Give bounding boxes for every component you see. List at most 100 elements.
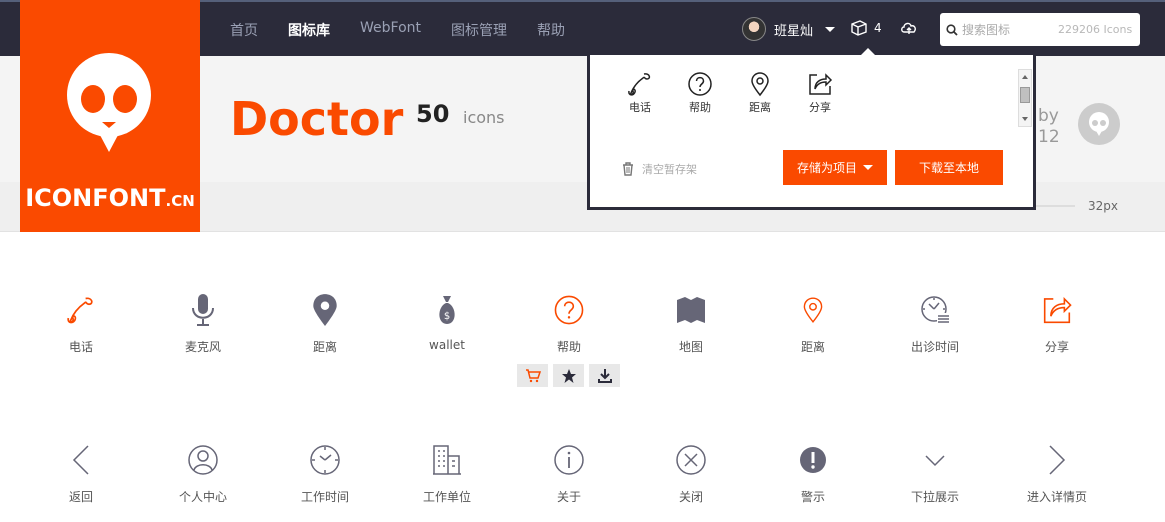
user-name: 班星灿	[774, 23, 814, 39]
cart-item-label: 分享	[809, 101, 831, 114]
icon-card[interactable]: 进入详情页	[996, 440, 1118, 505]
cart-box-icon	[851, 20, 867, 36]
chevron-down-icon	[925, 455, 945, 467]
star-icon	[561, 368, 576, 383]
icon-card[interactable]: 电话	[20, 290, 142, 355]
cart-item[interactable]: 电话	[610, 71, 670, 115]
cart-item-label: 距离	[749, 101, 771, 114]
scroll-up-arrow-icon[interactable]	[1022, 75, 1028, 79]
clear-cart-button[interactable]: 清空暂存架	[622, 161, 697, 177]
icon-total-count: 229206 Icons	[1058, 23, 1133, 36]
collection-title: Doctor	[230, 92, 404, 146]
scroll-down-arrow-icon[interactable]	[1022, 117, 1028, 121]
upload-button[interactable]	[900, 20, 918, 40]
icon-label: 关闭	[678, 490, 703, 504]
cart-scrollbar[interactable]	[1018, 69, 1032, 127]
author-byline: by 12	[1038, 106, 1060, 147]
main-nav: 首页 图标库 WebFont 图标管理 帮助	[230, 20, 565, 40]
nav-icon-management[interactable]: 图标管理	[451, 20, 507, 40]
cart-item-label: 电话	[629, 101, 651, 114]
scroll-thumb[interactable]	[1020, 87, 1030, 103]
icon-card[interactable]: 工作单位	[386, 440, 508, 505]
location-icon	[803, 297, 823, 323]
trash-icon	[623, 162, 633, 176]
author-avatar[interactable]	[1078, 103, 1120, 145]
icon-card[interactable]: 个人中心	[142, 440, 264, 505]
chevron-down-icon	[825, 26, 836, 32]
icon-card[interactable]: 距离	[264, 290, 386, 355]
icon-card[interactable]: 返回	[20, 440, 142, 505]
icon-label: 进入详情页	[1026, 490, 1087, 504]
icon-card[interactable]: $ wallet	[386, 290, 508, 355]
location-icon	[751, 72, 769, 97]
icon-card[interactable]: 分享	[996, 290, 1118, 355]
cart-item[interactable]: 距离	[730, 71, 790, 115]
download-local-label: 下载至本地	[918, 161, 979, 175]
save-as-project-button[interactable]: 存储为项目	[783, 150, 887, 185]
user-icon	[188, 445, 218, 475]
share-icon	[1043, 296, 1072, 324]
icon-label: 分享	[1044, 340, 1069, 354]
download-button[interactable]	[589, 364, 620, 387]
icon-label: 麦克风	[184, 340, 221, 354]
icon-card[interactable]: 帮助	[508, 290, 630, 355]
user-avatar	[742, 17, 766, 41]
search-input[interactable]	[962, 22, 1054, 37]
nav-webfont[interactable]: WebFont	[360, 20, 421, 40]
nav-home[interactable]: 首页	[230, 20, 258, 40]
wallet-icon: $	[439, 296, 455, 324]
cart-button[interactable]: 4	[850, 20, 882, 36]
nav-icon-library[interactable]: 图标库	[288, 20, 330, 40]
icon-grid-row: 电话 麦克风 距离 $ wallet 帮助 地图 距离 出诊时间 分享	[20, 290, 1142, 355]
icon-label: 警示	[800, 490, 825, 504]
clock-icon	[310, 445, 340, 475]
download-icon	[597, 368, 612, 383]
chevron-right-icon	[1049, 445, 1066, 475]
collection-icon-count: 50	[416, 100, 450, 128]
cart-item[interactable]: 帮助	[670, 71, 730, 115]
nav-help[interactable]: 帮助	[537, 20, 565, 40]
icon-label: 工作单位	[422, 490, 471, 504]
icon-label: wallet	[429, 338, 465, 352]
help-icon	[688, 72, 712, 96]
icon-card[interactable]: 地图	[630, 290, 752, 355]
phone-icon	[628, 73, 651, 96]
icon-card[interactable]: 警示	[752, 440, 874, 505]
add-to-cart-button[interactable]	[517, 364, 548, 387]
icon-label: 下拉展示	[910, 490, 959, 504]
info-icon	[554, 445, 584, 475]
icon-card[interactable]: 距离	[752, 290, 874, 355]
user-menu[interactable]: 班星灿	[742, 17, 836, 41]
cart-items: 电话 帮助 距离 分享	[610, 71, 850, 115]
logo-text: ICONFONT.CN	[25, 184, 195, 212]
icon-card[interactable]: 工作时间	[264, 440, 386, 505]
icon-label: 个人中心	[178, 490, 227, 504]
favorite-button[interactable]	[553, 364, 584, 387]
icon-label: 出诊时间	[910, 340, 959, 354]
icon-card[interactable]: 麦克风	[142, 290, 264, 355]
icon-hover-actions	[517, 364, 620, 387]
clock-list-icon	[921, 296, 950, 325]
site-logo[interactable]: ICONFONT.CN	[20, 0, 200, 232]
icon-card[interactable]: 关闭	[630, 440, 752, 505]
help-icon	[554, 295, 584, 325]
icon-grid-row: 返回 个人中心 工作时间 工作单位 关于 关闭 警示 下拉展示 进入详情页	[20, 440, 1142, 505]
icon-card[interactable]: 关于	[508, 440, 630, 505]
save-as-project-label: 存储为项目	[796, 161, 857, 175]
phone-icon	[67, 297, 93, 324]
caret-down-icon	[863, 165, 873, 170]
location-filled-icon	[313, 294, 337, 326]
collection-count-unit: icons	[463, 108, 505, 127]
cart-item[interactable]: 分享	[790, 71, 850, 115]
cart-count: 4	[874, 21, 882, 35]
icon-label: 地图	[678, 340, 703, 354]
icon-card[interactable]: 下拉展示	[874, 440, 996, 505]
icon-card[interactable]: 出诊时间	[874, 290, 996, 355]
cloud-upload-icon	[901, 22, 916, 34]
share-icon	[809, 73, 833, 95]
download-local-button[interactable]: 下载至本地	[895, 150, 1003, 185]
icon-label: 关于	[556, 490, 581, 504]
cart-item-label: 帮助	[689, 101, 711, 114]
microphone-icon	[192, 294, 214, 326]
clear-cart-label: 清空暂存架	[642, 163, 697, 176]
